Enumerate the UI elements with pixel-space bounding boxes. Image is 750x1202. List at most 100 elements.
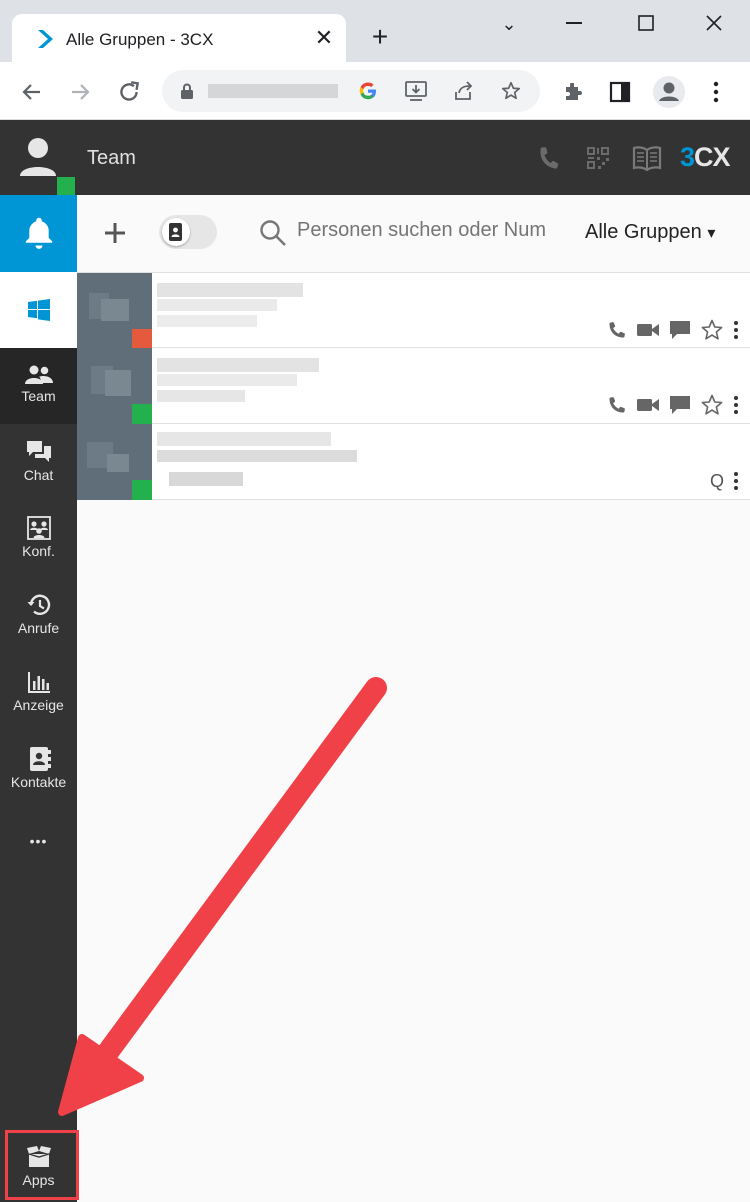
history-icon [27,594,50,615]
video-call-icon[interactable] [636,396,660,414]
call-icon[interactable] [606,394,628,416]
new-tab-button[interactable]: + [366,23,394,52]
minimize-icon[interactable] [566,22,582,26]
blurred-contact-name [157,432,331,446]
favorite-star-icon[interactable] [700,318,724,342]
chevron-down-icon: ▾ [707,225,716,242]
chat-message-icon[interactable] [668,319,692,341]
brand-logo-3: 3 [680,142,695,172]
reload-icon[interactable] [116,79,142,105]
brand-logo: 3CX [680,142,731,173]
tab-close-button[interactable]: ✕ [312,26,336,50]
blurred-contact-detail [157,315,257,327]
search-input[interactable] [297,219,555,242]
contact-actions [606,317,740,343]
sidebar-item-label: Anrufe [17,620,60,636]
blurred-contact-detail [157,374,297,386]
contacts-icon [29,747,51,771]
lock-icon[interactable] [180,83,194,100]
queue-badge: Q [709,470,724,491]
sidebar-item-label: Konf. [22,543,55,559]
contact-row[interactable] [77,272,750,349]
blurred-contact-name [157,283,303,297]
notifications-button[interactable] [0,195,77,272]
status-busy-indicator [132,329,152,349]
sidebar-item-dashboard[interactable]: Anzeige [0,655,77,731]
blurred-contact-name [157,358,319,372]
sidebar-item-label: Kontakte [10,774,67,790]
side-panel-icon[interactable] [609,81,631,103]
blurred-contact-detail [157,390,245,402]
google-icon[interactable] [358,81,378,101]
maximize-icon[interactable] [638,15,654,31]
status-online-indicator [132,480,152,500]
conference-icon [26,516,51,540]
3cx-favicon-icon [38,30,53,48]
more-options-icon[interactable] [732,395,740,415]
group-filter-label: Alle Gruppen [585,221,702,243]
user-avatar[interactable] [0,120,77,195]
share-icon[interactable] [452,80,476,102]
sidebar-item-label: Team [21,388,56,404]
more-options-icon[interactable] [732,471,740,491]
sidebar: Team Chat Konf. Anrufe Anzeige Kontakte … [0,195,77,1202]
windows-app-button[interactable] [0,272,77,348]
contacts-toggle[interactable] [159,215,217,249]
chat-icon [26,441,51,462]
forward-icon[interactable] [68,80,92,104]
bookmark-star-icon[interactable] [500,80,522,102]
contact-row[interactable] [77,348,750,424]
sidebar-item-contacts[interactable]: Kontakte [0,732,77,808]
contact-actions: Q [710,468,740,494]
windows-icon [28,299,50,321]
back-icon[interactable] [20,80,44,104]
app-header: Team 3CX [0,120,750,195]
address-bar[interactable] [162,70,540,112]
browser-tab[interactable]: Alle Gruppen - 3CX ✕ [12,14,346,64]
sidebar-item-chat[interactable]: Chat [0,425,77,501]
content-toolbar: Alle Gruppen ▾ [77,195,750,272]
contact-row[interactable]: Q [77,424,750,500]
bell-icon [25,217,53,249]
blurred-contact-detail [157,299,277,311]
toggle-knob [162,218,190,246]
video-call-icon[interactable] [636,321,660,339]
status-online-indicator [132,404,152,424]
browser-menu-icon[interactable] [708,80,724,104]
sidebar-item-label: Anzeige [13,697,64,713]
blurred-contact-detail [157,450,357,462]
sidebar-item-label: Chat [23,467,54,483]
apps-highlight-box [5,1130,79,1200]
team-icon [24,365,53,384]
manual-book-icon[interactable] [632,144,662,172]
install-app-icon[interactable] [404,80,428,102]
chat-message-icon[interactable] [668,394,692,416]
call-icon[interactable] [606,319,628,341]
add-icon[interactable] [103,221,127,245]
sidebar-item-calls[interactable]: Anrufe [0,578,77,654]
sidebar-item-team[interactable]: Team [0,348,77,424]
tab-title: Alle Gruppen - 3CX [66,30,214,49]
page-title: Team [87,147,136,169]
user-status-indicator [57,177,75,195]
profile-avatar-icon[interactable] [652,75,686,109]
phone-icon[interactable] [535,144,563,172]
favorite-star-icon[interactable] [700,393,724,417]
qr-code-icon[interactable] [586,146,610,170]
contact-actions [606,392,740,418]
more-button[interactable]: ••• [0,833,77,849]
more-options-icon[interactable] [732,320,740,340]
chart-icon [27,672,50,693]
address-book-icon [169,223,182,241]
brand-logo-cx: CX [694,142,731,172]
window-close-icon[interactable] [706,15,722,31]
blurred-contact-detail [169,472,243,486]
extensions-icon[interactable] [561,80,585,104]
tab-search-button[interactable]: ⌄ [494,10,524,38]
user-avatar-icon [20,138,56,176]
sidebar-item-conference[interactable]: Konf. [0,501,77,577]
browser-toolbar [0,62,750,120]
blurred-url [208,84,338,98]
search-icon [260,220,286,246]
group-filter-dropdown[interactable]: Alle Gruppen ▾ [585,221,715,244]
